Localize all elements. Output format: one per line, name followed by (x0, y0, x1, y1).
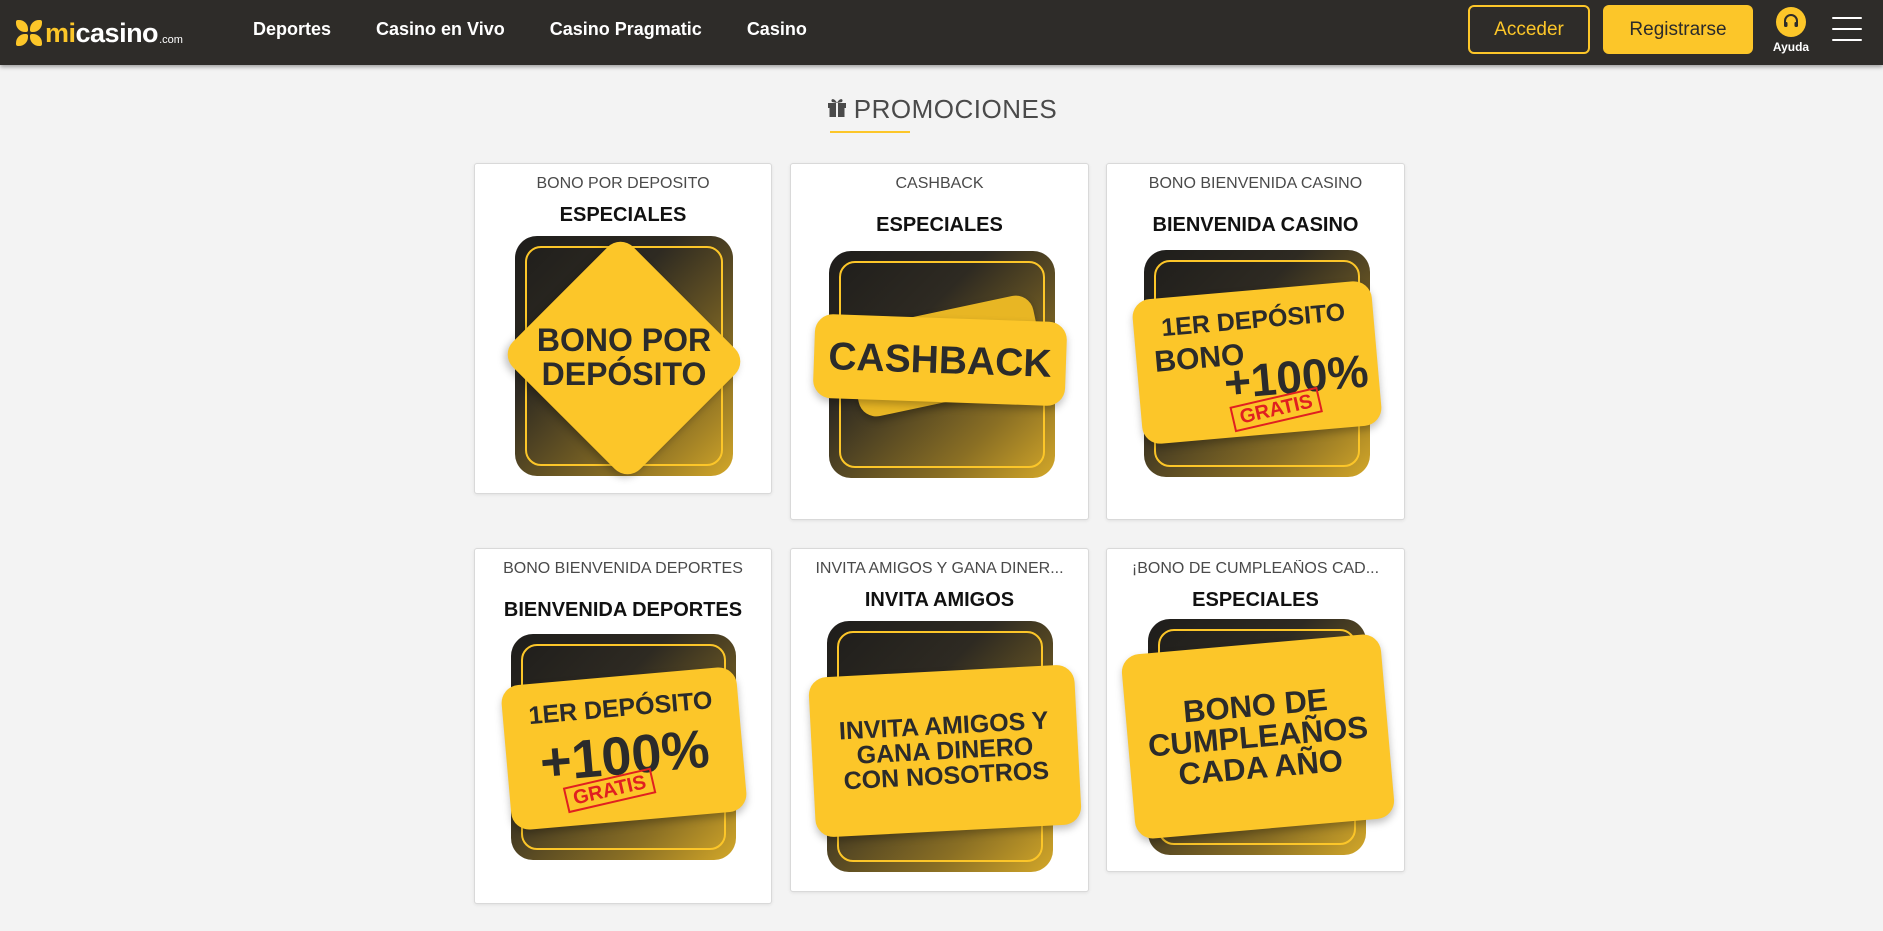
card-category: ¡BONO DE CUMPLEAÑOS CAD... (1131, 560, 1380, 577)
promo-image-text: BONO POR (536, 322, 712, 358)
micasino-logo[interactable]: mi casino .com (16, 15, 183, 51)
promo-card-bienvenida-deportes[interactable]: BONO BIENVENIDA DEPORTES BIENVENIDA DEPO… (474, 548, 772, 904)
nav-item-casino-en-vivo[interactable]: Casino en Vivo (376, 19, 505, 40)
promo-card-bono-deposito[interactable]: BONO POR DEPOSITO ESPECIALES BONO POR DE… (474, 163, 772, 494)
promotions-heading: PROMOCIONES (0, 94, 1883, 125)
promo-image-text: CASHBACK (827, 334, 1053, 386)
promo-image: 1ER DEPÓSITO +100% GRATIS (500, 634, 748, 860)
page-title: PROMOCIONES (853, 94, 1058, 124)
promo-image: INVITA AMIGOS Y GANA DINERO CON NOSOTROS (807, 621, 1083, 872)
promo-card-invita-amigos[interactable]: INVITA AMIGOS Y GANA DINER... INVITA AMI… (790, 548, 1089, 892)
card-category: BONO BIENVENIDA CASINO (1148, 175, 1363, 192)
card-category: BONO BIENVENIDA DEPORTES (503, 560, 743, 577)
headset-icon (1776, 7, 1806, 37)
title-underline (830, 131, 910, 133)
promo-card-bono-cumpleanos[interactable]: ¡BONO DE CUMPLEAÑOS CAD... ESPECIALES BO… (1106, 548, 1405, 872)
login-button[interactable]: Acceder (1468, 5, 1590, 54)
help-button[interactable]: Ayuda (1766, 7, 1816, 55)
nav-item-casino-pragmatic[interactable]: Casino Pragmatic (550, 19, 702, 40)
promo-card-cashback[interactable]: CASHBACK ESPECIALES CASHBACK (790, 163, 1089, 520)
promo-image: 1ER DEPÓSITO BONO +100% GRATIS (1131, 250, 1383, 477)
promo-image-text: DEPÓSITO (541, 356, 707, 392)
card-category: CASHBACK (895, 175, 984, 192)
register-button[interactable]: Registrarse (1603, 5, 1753, 54)
card-title: INVITA AMIGOS (864, 589, 1015, 611)
logo-text-com: .com (159, 34, 183, 46)
help-label: Ayuda (1772, 40, 1810, 54)
top-navigation-bar: mi casino .com Deportes Casino en Vivo C… (0, 0, 1883, 65)
hamburger-menu-icon[interactable] (1832, 17, 1862, 41)
promo-image: BONO DE CUMPLEAÑOS CADA AÑO (1120, 619, 1396, 855)
promo-image: CASHBACK (812, 251, 1068, 478)
card-title: BIENVENIDA CASINO (1152, 214, 1359, 236)
logo-text-mi: mi (45, 17, 76, 48)
card-category: BONO POR DEPOSITO (536, 175, 710, 192)
card-category: INVITA AMIGOS Y GANA DINER... (815, 560, 1064, 577)
logo-mark-icon (16, 20, 42, 46)
promo-card-bienvenida-casino[interactable]: BONO BIENVENIDA CASINO BIENVENIDA CASINO… (1106, 163, 1405, 520)
nav-item-deportes[interactable]: Deportes (253, 19, 331, 40)
nav-item-casino[interactable]: Casino (747, 19, 807, 40)
promo-image: BONO POR DEPÓSITO (500, 234, 748, 482)
gift-icon (826, 96, 848, 123)
card-title: ESPECIALES (876, 214, 1003, 236)
card-title: ESPECIALES (1192, 589, 1319, 611)
logo-text-casino: casino (75, 17, 159, 48)
card-title: ESPECIALES (559, 204, 687, 226)
card-title: BIENVENIDA DEPORTES (503, 599, 743, 621)
main-nav: Deportes Casino en Vivo Casino Pragmatic… (253, 0, 852, 58)
